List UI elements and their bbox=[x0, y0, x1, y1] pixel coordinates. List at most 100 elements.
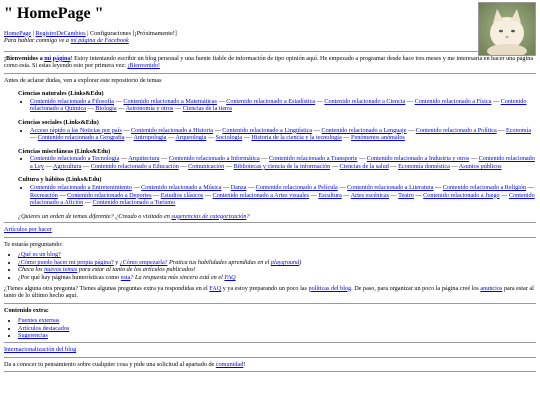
this-page-link[interactable]: esta bbox=[121, 274, 131, 281]
topics-lead: Antes de aclarar dudas, ven a explorar e… bbox=[4, 76, 162, 84]
order-note-end: ? bbox=[246, 212, 250, 220]
topic-link[interactable]: Contenido relacionado a Turismo bbox=[93, 199, 176, 206]
topic-link[interactable]: Arqueología bbox=[175, 134, 206, 141]
topic-link[interactable]: Economía bbox=[506, 127, 531, 134]
topic-link[interactable]: Contenido relacionado a Ciencia bbox=[324, 98, 405, 105]
internationalization-link[interactable]: Internacionalización del blog bbox=[4, 346, 76, 353]
footer-line: Da a conocer tu pensamiento sobre cualqu… bbox=[4, 360, 216, 368]
topic-link[interactable]: Arquitectura bbox=[128, 155, 159, 162]
category-title: Ciencias naturales (Links&Edu) bbox=[18, 90, 104, 98]
categorization-suggestions-link[interactable]: sugerencias de categorización bbox=[171, 213, 246, 220]
kitten-photo bbox=[478, 2, 536, 56]
intro-paragraph: ¡Bienvenidos a mi página! Estoy intentan… bbox=[4, 55, 536, 70]
list-item: Artículos destacados bbox=[18, 325, 536, 333]
topic-link[interactable]: Teatro bbox=[398, 192, 414, 199]
question-list: ¿Qué es un blog? ¿Cómo puedo hacer mi pr… bbox=[4, 251, 536, 281]
external-sources-link[interactable]: Fuentes externas bbox=[18, 317, 59, 324]
topic-link[interactable]: Contenido relacionado a Historia bbox=[131, 127, 213, 134]
topic-link[interactable]: Contenido relacionado a Literatura bbox=[347, 184, 433, 191]
note-text: ¿Tienes alguna otra pregunta? Tienes alg… bbox=[4, 284, 210, 292]
list-item: Contenido relacionado a Filosofía — Cont… bbox=[30, 98, 536, 113]
welcome-link[interactable]: ¡Bienvenido! bbox=[127, 62, 160, 69]
my-page-link[interactable]: mi página bbox=[44, 55, 70, 62]
topic-link[interactable]: Escultura bbox=[318, 192, 341, 199]
topic-link[interactable]: Economía doméstica bbox=[398, 163, 450, 170]
topic-link[interactable]: Recreación bbox=[30, 192, 58, 199]
list-item: Acceso rápido a las Noticias por país — … bbox=[30, 127, 536, 142]
nav-changelog-link[interactable]: RegistroDeCambios bbox=[36, 30, 86, 37]
category-block: Ciencias naturales (Links&Edu)Contenido … bbox=[18, 90, 536, 113]
articles-todo-link[interactable]: Artículos por hacer bbox=[4, 226, 52, 233]
topic-link[interactable]: Agricultura bbox=[53, 163, 82, 170]
topic-link[interactable]: Acceso rápido a las Noticias por país bbox=[30, 127, 122, 134]
topic-link[interactable]: Historia de la ciencia y la tecnología bbox=[251, 134, 341, 141]
note-text: . De paso, para organizar un poco la pág… bbox=[351, 284, 481, 292]
topic-link[interactable]: Contenido relacionado a Geografía bbox=[38, 134, 125, 141]
topic-link[interactable]: Contenido relacionado a Física bbox=[415, 98, 492, 105]
category-links: Contenido relacionado a Filosofía — Cont… bbox=[18, 98, 536, 113]
list-item: Fuentes externas bbox=[18, 317, 536, 325]
topic-link[interactable]: Contenido relacionado a Educación bbox=[91, 163, 179, 170]
topic-link[interactable]: Contenido relacionado a Informática bbox=[169, 155, 260, 162]
announcements-link[interactable]: anuncios bbox=[480, 285, 502, 292]
topic-link[interactable]: Contenido relacionado a Lenguaje bbox=[321, 127, 406, 134]
topic-link[interactable]: Contenido relacionado a Matemáticas bbox=[123, 98, 217, 105]
list-item: Sugerencias bbox=[18, 332, 536, 340]
nav-homepage-link[interactable]: HomePage bbox=[4, 30, 31, 37]
topic-link[interactable]: Contenido relacionado a Juego bbox=[423, 192, 499, 199]
topic-link[interactable]: Ciencias de la tierra bbox=[183, 105, 232, 112]
topic-link[interactable]: Artes escénicas bbox=[351, 192, 389, 199]
contact-text: Para hablar conmigo ve a bbox=[4, 37, 71, 45]
new-topics-link[interactable]: nuevos temas bbox=[44, 266, 77, 273]
topic-link[interactable]: Contenido relacionado a Transporte bbox=[269, 155, 358, 162]
intro-lead: ¡Bienvenidos a bbox=[4, 54, 45, 62]
suggestions-link[interactable]: Sugerencias bbox=[18, 332, 48, 339]
facebook-link[interactable]: mi página de Facebook bbox=[71, 37, 129, 44]
topic-link[interactable]: Contenido relacionado a Lingüística bbox=[222, 127, 312, 134]
topic-link[interactable]: Contenido relacionado a Política bbox=[416, 127, 497, 134]
list-text: ¿Por qué hay páginas humorísticas como bbox=[18, 274, 121, 282]
topic-link[interactable]: Contenido relacionado a Estadística bbox=[226, 98, 315, 105]
topic-link[interactable]: Biología bbox=[95, 105, 116, 112]
topic-link[interactable]: Ciencias de la salud bbox=[340, 163, 389, 170]
divider bbox=[4, 72, 536, 74]
topic-link[interactable]: Contenido relacionado a Entretenimiento bbox=[30, 184, 132, 191]
topic-link[interactable]: Contenido relacionado a Artes visuales bbox=[213, 192, 310, 199]
topic-link[interactable]: Danza bbox=[231, 184, 247, 191]
topic-link[interactable]: Contenido relacionado a Deportes bbox=[67, 192, 151, 199]
divider bbox=[4, 236, 536, 238]
topic-link[interactable]: Fenómenos anómalos bbox=[351, 134, 405, 141]
playground-link[interactable]: playground bbox=[271, 259, 299, 266]
topic-link[interactable]: Astronomía y otros bbox=[126, 105, 174, 112]
make-page-link[interactable]: ¿Cómo puedo hacer mi propia página? bbox=[18, 259, 114, 266]
topic-link[interactable]: Asuntos públicos bbox=[459, 163, 502, 170]
list-text: ? La respuesta más sincera está en el bbox=[130, 274, 225, 282]
list-text: para estar al tanto de los artículos pub… bbox=[77, 266, 196, 274]
what-is-blog-link[interactable]: ¿Qué es un blog? bbox=[18, 251, 61, 258]
footer-end: ! bbox=[243, 360, 246, 368]
topic-link[interactable]: Contenido relacionado a Religión bbox=[443, 184, 526, 191]
topic-link[interactable]: Contenido relacionado a Filosofía bbox=[30, 98, 114, 105]
note-text: y ya estoy preparando un poco las bbox=[221, 284, 309, 292]
featured-articles-link[interactable]: Artículos destacados bbox=[18, 325, 69, 332]
divider bbox=[4, 356, 536, 358]
policies-link[interactable]: políticas del blog bbox=[309, 285, 352, 292]
topic-link[interactable]: Contenido relacionado a Película bbox=[256, 184, 338, 191]
start-page-link[interactable]: ¿Cómo empezarla? bbox=[120, 259, 168, 266]
list-item: Contenido relacionado a Tecnología — Arq… bbox=[30, 155, 536, 170]
divider bbox=[4, 371, 536, 373]
list-item: Checa los nuevos temas para estar al tan… bbox=[18, 266, 536, 274]
topic-link[interactable]: Bibliotecas y ciencia de la información bbox=[233, 163, 330, 170]
community-link[interactable]: comunidad bbox=[216, 361, 244, 368]
topic-link[interactable]: Contenido relacionado a Industria y otro… bbox=[367, 155, 470, 162]
topic-link[interactable]: Sociología bbox=[216, 134, 242, 141]
faq-link[interactable]: FAQ bbox=[224, 274, 235, 281]
faq-link-2[interactable]: FAQ bbox=[209, 285, 221, 292]
divider bbox=[4, 222, 536, 224]
topic-link[interactable]: Contenido relacionado a Tecnología bbox=[30, 155, 119, 162]
topic-link[interactable]: Comunicación bbox=[188, 163, 224, 170]
topic-link[interactable]: Antropología bbox=[133, 134, 166, 141]
topic-link[interactable]: Contenido relacionado a Música bbox=[141, 184, 221, 191]
topic-link[interactable]: Estudios clásicos bbox=[161, 192, 203, 199]
category-block: Ciencias misceláneas (Links&Edu)Contenid… bbox=[18, 148, 536, 171]
